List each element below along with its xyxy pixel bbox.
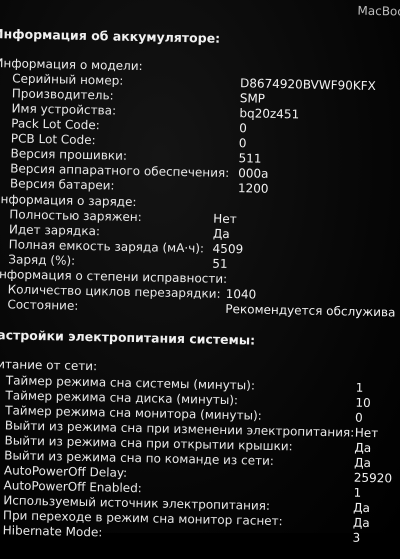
row-label: Pack Lot Code: bbox=[11, 116, 100, 132]
row-value: 1 bbox=[356, 381, 364, 395]
ac-power-title: Питание от сети: bbox=[0, 357, 97, 373]
row-value: 511 bbox=[238, 151, 261, 165]
row-value: Да bbox=[354, 456, 371, 470]
row-value: 000a bbox=[238, 166, 269, 181]
row-label: Состояние: bbox=[7, 297, 78, 312]
system-info-screen: MacBook Информация об аккумуляторе: Инфо… bbox=[0, 0, 400, 559]
row-value: D8674920BVWF90KFX bbox=[240, 76, 376, 93]
row-label: Полностью заряжен: bbox=[9, 207, 142, 224]
row-label: PCB Lot Code: bbox=[11, 131, 96, 147]
row-value: Да bbox=[353, 516, 370, 530]
power-section-title: Настройки электропитания системы: bbox=[0, 327, 255, 348]
row-label: AutoPowerOff Enabled: bbox=[3, 478, 141, 495]
row-label: Производитель: bbox=[12, 86, 114, 102]
row-value: 0 bbox=[355, 411, 363, 425]
row-value: Да bbox=[353, 501, 370, 515]
row-value: SMP bbox=[240, 91, 266, 106]
row-value: 1200 bbox=[238, 181, 269, 196]
row-label: Версия прошивки: bbox=[10, 146, 127, 162]
model-info-title: Информация о модели: bbox=[0, 56, 143, 73]
row-label: Имя устройства: bbox=[11, 101, 116, 117]
row-label: Серийный номер: bbox=[12, 71, 123, 87]
row-label: Версия батареи: bbox=[10, 176, 115, 192]
battery-section-title: Информация об аккумуляторе: bbox=[0, 26, 220, 46]
row-value: 0 bbox=[239, 136, 247, 150]
row-value: 1 bbox=[353, 486, 361, 500]
row-label: Идет зарядка: bbox=[9, 222, 100, 238]
row-value: Да bbox=[354, 441, 371, 455]
row-value: 51 bbox=[212, 257, 228, 271]
macbook-label: MacBook bbox=[357, 4, 400, 19]
row-value: 4509 bbox=[212, 242, 243, 257]
row-value: Да bbox=[213, 227, 230, 241]
row-label: AutoPowerOff Delay: bbox=[4, 463, 128, 480]
row-label: Hibernate Mode: bbox=[3, 523, 103, 539]
row-value: Рекомендуется обслужива bbox=[225, 302, 395, 320]
charge-info-title: Информация о заряде: bbox=[0, 192, 137, 209]
row-label: Заряд (%): bbox=[8, 252, 75, 267]
row-value: Нет bbox=[213, 212, 237, 226]
row-value: Нет bbox=[355, 426, 379, 440]
row-value: 25920 bbox=[354, 471, 392, 486]
row-value: 1040 bbox=[226, 287, 257, 302]
row-value: 0 bbox=[239, 121, 247, 135]
row-value: bq20z451 bbox=[239, 106, 299, 121]
row-value: 10 bbox=[355, 396, 371, 410]
